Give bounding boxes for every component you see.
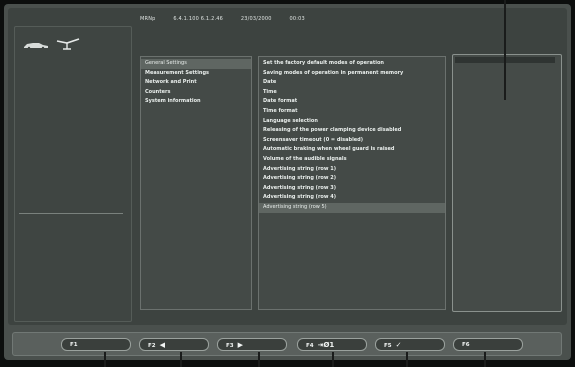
option-item[interactable]: Time format xyxy=(259,107,445,117)
f1-button[interactable]: F1 xyxy=(61,338,131,351)
arrow-right-icon: ▶ xyxy=(237,341,243,349)
option-item[interactable]: Set the factory default modes of operati… xyxy=(259,59,445,69)
f3-button[interactable]: F3 ▶ xyxy=(217,338,287,351)
menu-item-measurement-settings[interactable]: Measurement Settings xyxy=(141,69,251,79)
status-versions: 6.4.1.100 6.1.2.46 xyxy=(173,16,224,22)
callout-line xyxy=(406,352,408,367)
menu-item-general-settings[interactable]: General Settings xyxy=(141,59,251,69)
option-item[interactable]: Advertising string (row 4) xyxy=(259,193,445,203)
settings-menu: General Settings Measurement Settings Ne… xyxy=(140,56,252,310)
f3-label: F3 xyxy=(226,343,234,349)
status-time: 00:03 xyxy=(289,16,305,22)
option-item[interactable]: Advertising string (row 2) xyxy=(259,174,445,184)
callout-line xyxy=(332,352,334,367)
callout-line xyxy=(180,352,182,367)
option-item-selected[interactable]: Advertising string (row 5) xyxy=(259,202,445,213)
callout-line xyxy=(504,0,506,100)
callout-line xyxy=(104,352,106,367)
f4-button[interactable]: F4 ⇥Ø1 xyxy=(297,338,367,351)
value-panel xyxy=(452,54,562,312)
option-item[interactable]: Time xyxy=(259,88,445,98)
callout-line xyxy=(484,352,486,367)
lift-icon xyxy=(56,38,80,50)
enter-value-icon: ⇥Ø1 xyxy=(317,341,335,349)
option-item[interactable]: Date xyxy=(259,78,445,88)
status-bar: MRNp 6.4.1.100 6.1.2.46 23/03/2000 00:03 xyxy=(140,16,321,22)
option-item[interactable]: Saving modes of operation in permanent m… xyxy=(259,69,445,79)
callout-line xyxy=(258,352,260,367)
options-list: Set the factory default modes of operati… xyxy=(258,56,446,310)
status-model: MRNp xyxy=(140,16,156,22)
menu-item-network-print[interactable]: Network and Print xyxy=(141,78,251,88)
function-key-bar: F1 F2 ◀ F3 ▶ F4 ⇥Ø1 F5 ✓ F6 xyxy=(12,332,562,356)
panel-divider xyxy=(19,213,123,214)
f2-label: F2 xyxy=(148,343,156,349)
f6-label: F6 xyxy=(462,342,470,348)
option-item[interactable]: Screensaver timeout (0 = disabled) xyxy=(259,136,445,146)
option-item[interactable]: Releasing of the power clamping device d… xyxy=(259,126,445,136)
left-info-panel xyxy=(14,26,132,322)
option-item[interactable]: Advertising string (row 3) xyxy=(259,184,445,194)
option-item[interactable]: Language selection xyxy=(259,117,445,127)
arrow-left-icon: ◀ xyxy=(159,341,165,349)
f6-button[interactable]: F6 xyxy=(453,338,523,351)
f4-label: F4 xyxy=(306,343,314,349)
f5-label: F5 xyxy=(384,343,392,349)
menu-item-counters[interactable]: Counters xyxy=(141,88,251,98)
menu-item-system-information[interactable]: System information xyxy=(141,97,251,107)
option-item[interactable]: Automatic braking when wheel guard is ra… xyxy=(259,145,445,155)
car-icon xyxy=(24,43,48,49)
confirm-icon: ✓ xyxy=(395,341,402,349)
status-date: 23/03/2000 xyxy=(240,16,272,22)
option-item[interactable]: Advertising string (row 1) xyxy=(259,165,445,175)
option-item[interactable]: Volume of the audible signals xyxy=(259,155,445,165)
f1-label: F1 xyxy=(70,342,78,348)
option-item[interactable]: Date format xyxy=(259,97,445,107)
f5-button[interactable]: F5 ✓ xyxy=(375,338,445,351)
f2-button[interactable]: F2 ◀ xyxy=(139,338,209,351)
